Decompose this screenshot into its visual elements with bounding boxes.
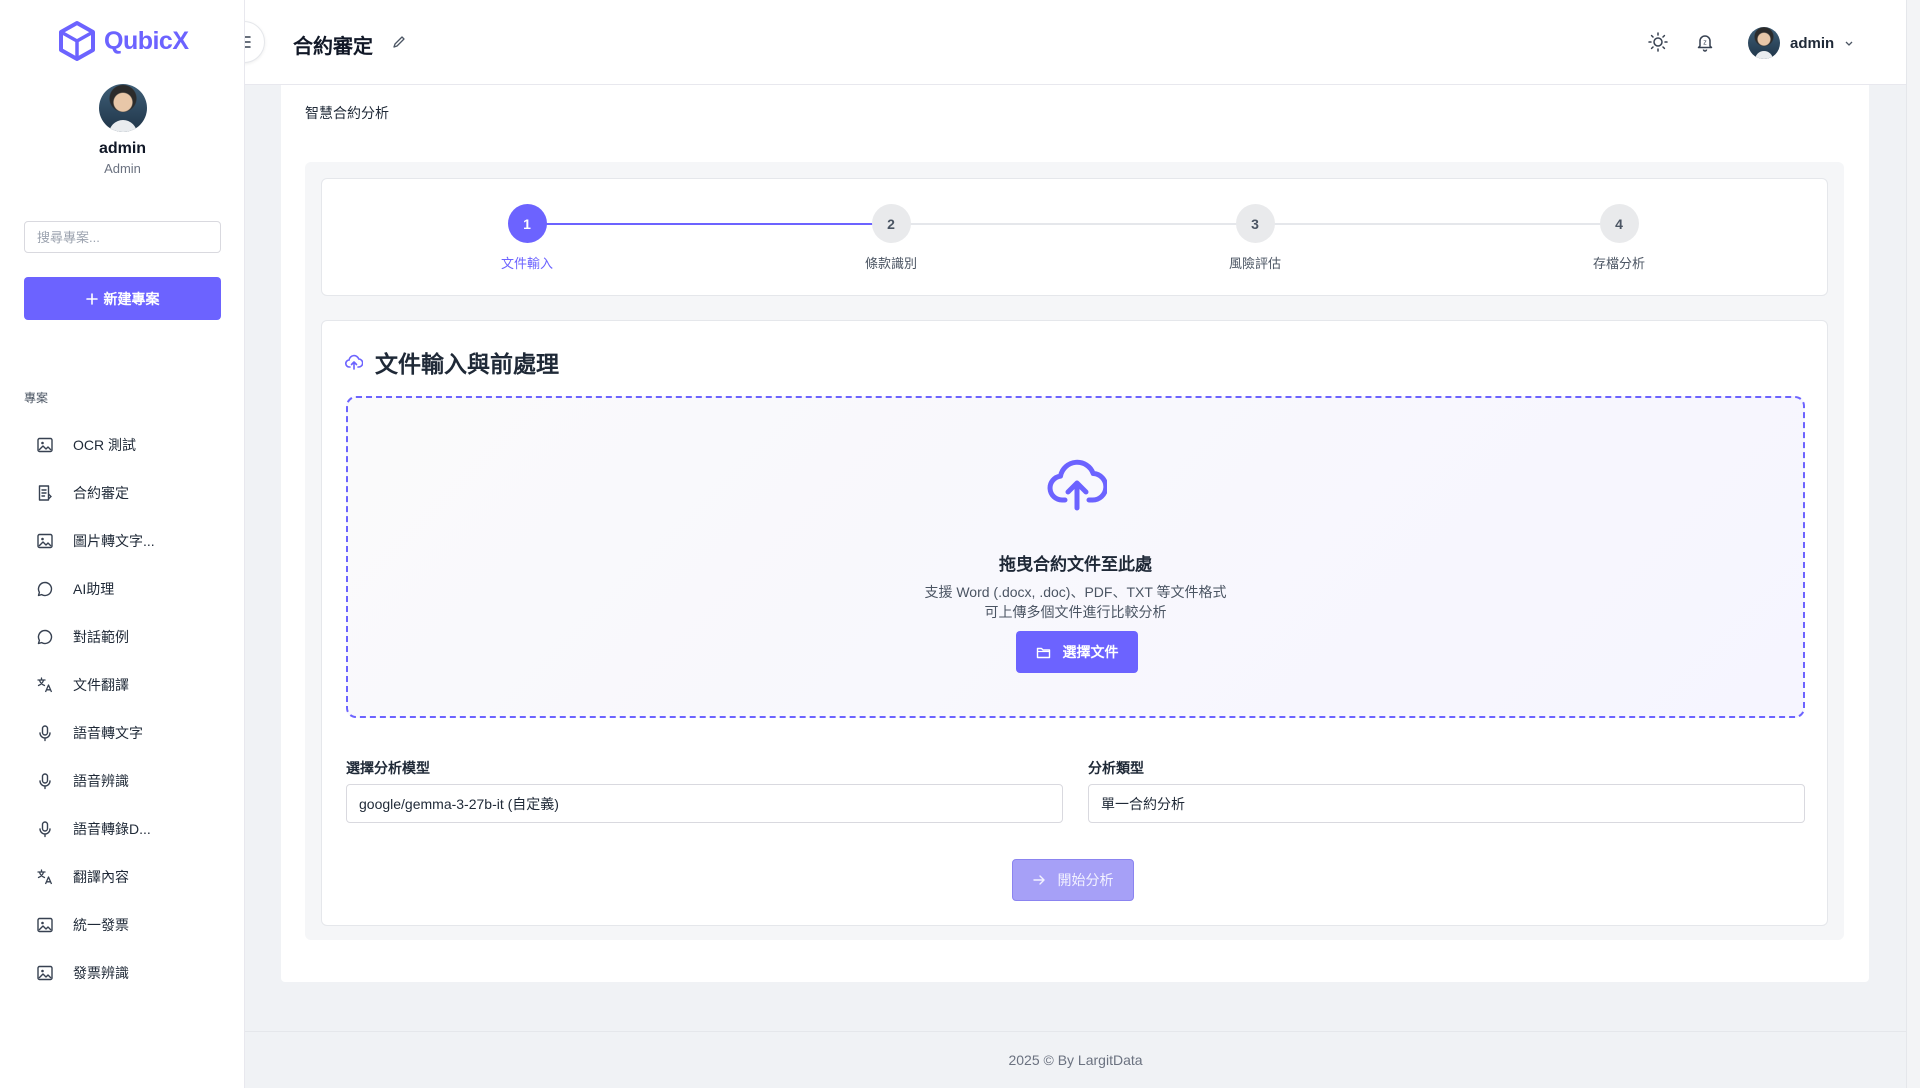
sidebar-item-label: 文件翻譯 bbox=[73, 677, 129, 693]
sidebar-item-label: 圖片轉文字... bbox=[73, 533, 155, 549]
notification-button[interactable]: z bbox=[1694, 31, 1716, 53]
new-project-label: 新建專案 bbox=[103, 290, 160, 307]
dropzone-hint: 可上傳多個文件進行比較分析 bbox=[984, 604, 1167, 620]
svg-text:z: z bbox=[1703, 40, 1707, 47]
microphone-icon bbox=[39, 821, 51, 838]
sidebar-item-ocr-test[interactable]: OCR 測試 bbox=[24, 421, 224, 469]
analysis-type-label: 分析類型 bbox=[1088, 760, 1144, 776]
avatar bbox=[98, 84, 147, 132]
upload-heading: 文件輸入與前處理 bbox=[345, 345, 559, 379]
model-select[interactable] bbox=[346, 784, 1063, 823]
project-list: OCR 測試 合約審定 圖片轉文字... AI助理 對話範例 文件翻譯 語音轉文… bbox=[24, 421, 224, 997]
chat-icon bbox=[37, 629, 53, 645]
profile-role: Admin bbox=[104, 161, 141, 176]
bell-icon: z bbox=[1697, 35, 1713, 52]
sidebar-item-label: AI助理 bbox=[73, 581, 115, 597]
arrow-right-icon bbox=[1032, 875, 1045, 885]
sidebar-item-contract-review[interactable]: 合約審定 bbox=[24, 469, 224, 517]
image-icon bbox=[37, 437, 53, 453]
cloud-upload-icon bbox=[345, 354, 363, 370]
image-icon bbox=[37, 533, 53, 549]
step-label: 文件輸入 bbox=[500, 256, 553, 271]
page-scrollbar[interactable] bbox=[1906, 0, 1920, 1088]
sidebar-item-label: 發票辨識 bbox=[73, 965, 129, 981]
sidebar-item-label: 翻譯內容 bbox=[73, 869, 129, 885]
model-label: 選擇分析模型 bbox=[346, 760, 430, 776]
step-number: 2 bbox=[871, 204, 911, 243]
sidebar-item-image-to-text[interactable]: 圖片轉文字... bbox=[24, 517, 224, 565]
sidebar-item-invoice-recognition[interactable]: 發票辨識 bbox=[24, 949, 224, 997]
section-label: 專案 bbox=[24, 391, 49, 405]
user-menu[interactable]: admin bbox=[1748, 27, 1854, 59]
translate-icon bbox=[37, 869, 53, 885]
sidebar-item-speech-recognition[interactable]: 語音辨識 bbox=[24, 757, 224, 805]
breadcrumb: 智慧合約分析 bbox=[305, 105, 389, 121]
profile-card: admin Admin bbox=[0, 84, 245, 176]
sidebar-item-label: OCR 測試 bbox=[73, 437, 136, 453]
start-analysis-button[interactable]: 開始分析 bbox=[1012, 859, 1134, 901]
document-icon bbox=[38, 485, 52, 501]
translate-icon bbox=[37, 677, 53, 693]
sidebar-item-label: 統一發票 bbox=[73, 917, 129, 933]
sidebar-item-label: 語音辨識 bbox=[73, 773, 129, 789]
main-content: 智慧合約分析 1 文件輸入 2 條款識別 3 風險評估 4 存檔分析 文件輸入與… bbox=[281, 85, 1869, 982]
stepper: 1 文件輸入 2 條款識別 3 風險評估 4 存檔分析 bbox=[321, 178, 1828, 296]
app-logo[interactable]: QubicX bbox=[58, 20, 189, 62]
avatar bbox=[1748, 27, 1780, 59]
theme-toggle-button[interactable] bbox=[1647, 31, 1669, 53]
sidebar-item-chat-example[interactable]: 對話範例 bbox=[24, 613, 224, 661]
sidebar-item-label: 語音轉文字 bbox=[73, 725, 143, 741]
microphone-icon bbox=[39, 725, 51, 742]
plus-icon bbox=[85, 292, 98, 305]
chevron-down-icon bbox=[1845, 41, 1853, 46]
dropzone-title: 拖曳合約文件至此處 bbox=[999, 555, 1152, 574]
sidebar-item-speech-to-text[interactable]: 語音轉文字 bbox=[24, 709, 224, 757]
choose-file-button[interactable]: 選擇文件 bbox=[1016, 631, 1138, 673]
analysis-panel: 1 文件輸入 2 條款識別 3 風險評估 4 存檔分析 文件輸入與前處理 拖曳合… bbox=[305, 162, 1844, 940]
sidebar: QubicX admin Admin 新建專案 專案 OCR 測試 合約審定 圖… bbox=[0, 0, 245, 1088]
analysis-type-select[interactable] bbox=[1088, 784, 1805, 823]
top-header: 合約審定 z admin bbox=[0, 0, 1906, 85]
step-risk-assessment[interactable]: 3 風險評估 bbox=[1195, 204, 1315, 272]
cloud-upload-icon bbox=[1047, 459, 1107, 511]
sun-icon bbox=[1648, 32, 1668, 52]
new-project-button[interactable]: 新建專案 bbox=[24, 277, 221, 320]
upload-title: 文件輸入與前處理 bbox=[375, 351, 559, 377]
page-title: 合約審定 bbox=[293, 36, 373, 58]
user-name: admin bbox=[1790, 34, 1835, 52]
step-number: 3 bbox=[1235, 204, 1275, 243]
image-icon bbox=[37, 965, 53, 981]
step-archive-analysis[interactable]: 4 存檔分析 bbox=[1559, 204, 1679, 272]
microphone-icon bbox=[39, 773, 51, 790]
sidebar-item-translate-content[interactable]: 翻譯內容 bbox=[24, 853, 224, 901]
file-dropzone[interactable]: 拖曳合約文件至此處 支援 Word (.docx, .doc)、PDF、TXT … bbox=[346, 396, 1805, 718]
folder-icon bbox=[1036, 647, 1050, 658]
choose-file-label: 選擇文件 bbox=[1062, 644, 1119, 660]
project-search-input[interactable] bbox=[24, 221, 221, 253]
step-number: 1 bbox=[507, 204, 547, 243]
sidebar-item-speech-transcription[interactable]: 語音轉錄D... bbox=[24, 805, 224, 853]
step-number: 4 bbox=[1599, 204, 1639, 243]
upload-card: 文件輸入與前處理 拖曳合約文件至此處 支援 Word (.docx, .doc)… bbox=[321, 320, 1828, 926]
profile-name: admin bbox=[98, 140, 147, 157]
start-analysis-label: 開始分析 bbox=[1057, 872, 1114, 888]
sidebar-item-label: 合約審定 bbox=[73, 485, 129, 501]
footer: 2025 © By LargitData bbox=[245, 1031, 1906, 1088]
step-label: 存檔分析 bbox=[1592, 256, 1645, 271]
sidebar-item-label: 對話範例 bbox=[73, 629, 129, 645]
sidebar-item-label: 語音轉錄D... bbox=[73, 821, 151, 837]
step-label: 風險評估 bbox=[1228, 256, 1281, 271]
dropzone-formats: 支援 Word (.docx, .doc)、PDF、TXT 等文件格式 bbox=[924, 584, 1227, 600]
sidebar-item-uniform-invoice[interactable]: 統一發票 bbox=[24, 901, 224, 949]
sidebar-item-ai-assistant[interactable]: AI助理 bbox=[24, 565, 224, 613]
step-clause-identification[interactable]: 2 條款識別 bbox=[831, 204, 951, 272]
pencil-icon[interactable] bbox=[392, 35, 406, 49]
chat-icon bbox=[37, 581, 53, 597]
app-name: QubicX bbox=[104, 26, 189, 55]
step-label: 條款識別 bbox=[864, 256, 917, 271]
image-icon bbox=[37, 917, 53, 933]
sidebar-item-document-translation[interactable]: 文件翻譯 bbox=[24, 661, 224, 709]
step-input[interactable]: 1 文件輸入 bbox=[467, 204, 587, 272]
cube-logo-icon bbox=[59, 21, 95, 61]
